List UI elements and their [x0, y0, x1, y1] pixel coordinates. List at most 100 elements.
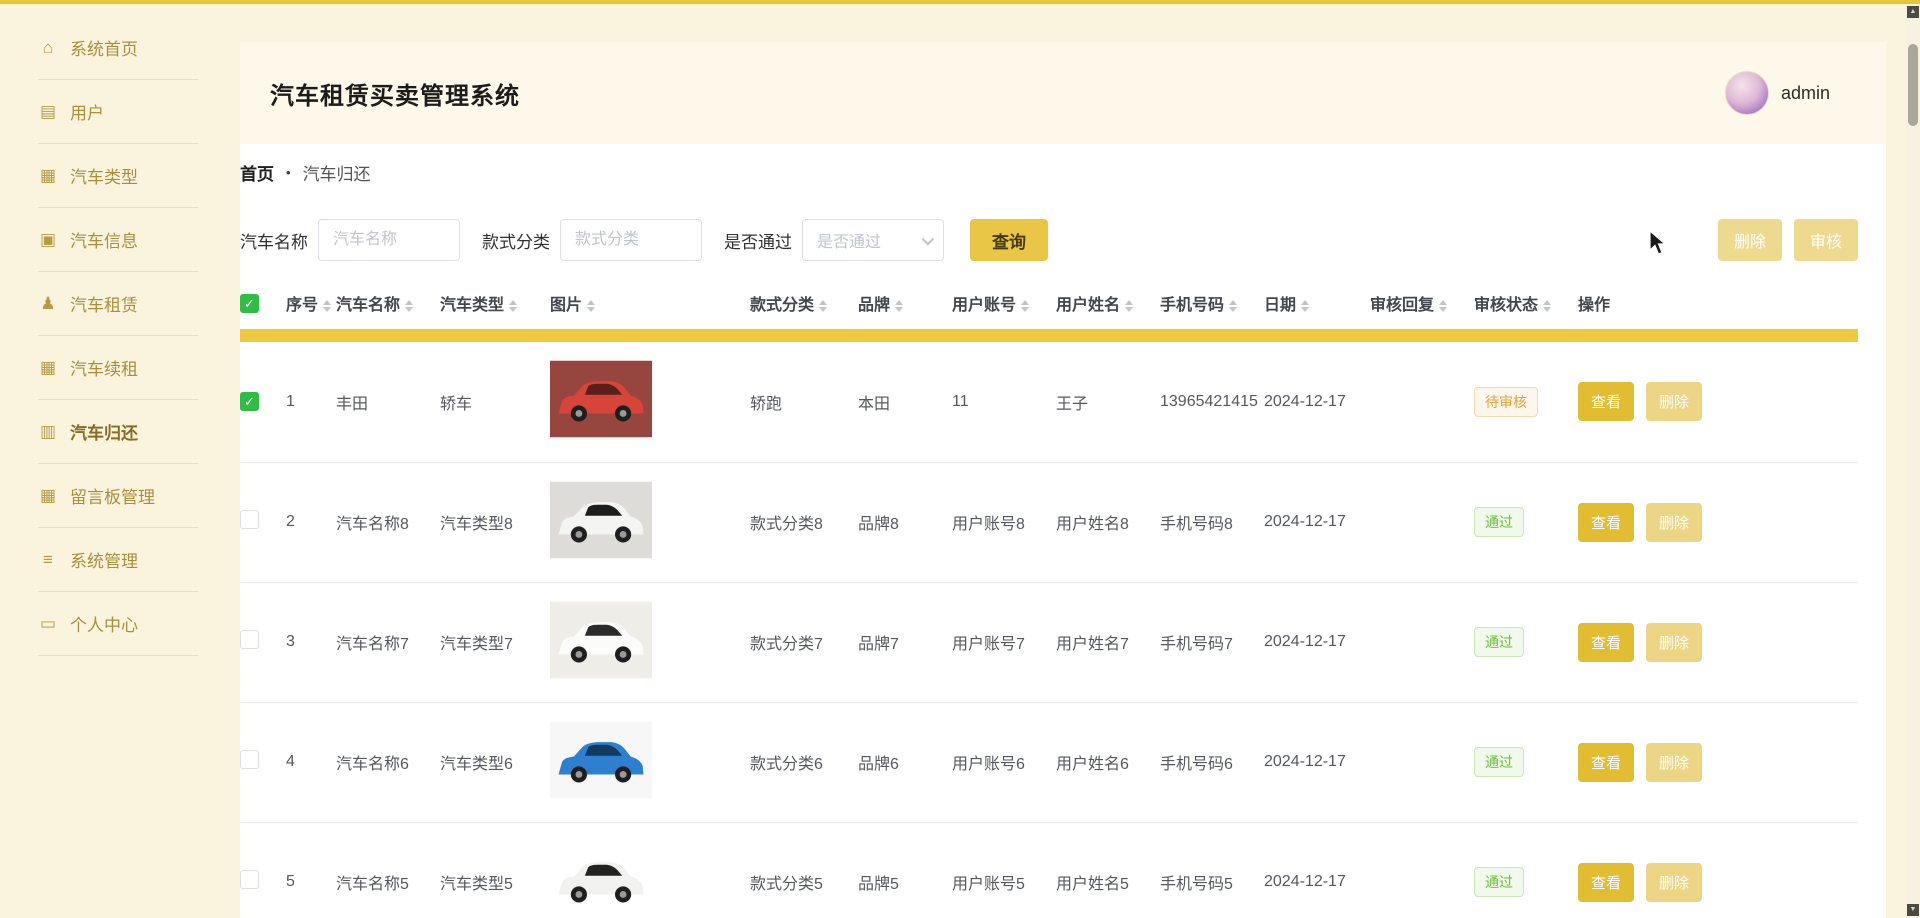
batch-audit-button[interactable]: 审核: [1794, 219, 1858, 261]
pass-select[interactable]: 是否通过: [802, 219, 944, 261]
sidebar: ⌂系统首页▤用户▦汽车类型▣汽车信息♟汽车租赁▦汽车续租▥汽车归还▦留言板管理≡…: [0, 4, 200, 918]
cell-index: 1: [286, 342, 336, 462]
sidebar-item-label: 留言板管理: [70, 483, 155, 508]
cell-car-name: 汽车名称7: [336, 582, 440, 702]
delete-button[interactable]: 删除: [1646, 382, 1702, 421]
cell-user-name: 用户姓名7: [1056, 582, 1160, 702]
column-header[interactable]: 汽车名称: [336, 277, 440, 329]
delete-button[interactable]: 删除: [1646, 503, 1702, 542]
sidebar-item-label: 系统管理: [70, 547, 138, 572]
sidebar-item-label: 汽车信息: [70, 227, 138, 252]
car-image[interactable]: [550, 592, 652, 688]
sort-icon[interactable]: [405, 299, 413, 313]
view-button[interactable]: 查看: [1578, 863, 1634, 902]
sort-icon[interactable]: [895, 299, 903, 313]
sort-icon[interactable]: [587, 299, 595, 313]
car-image[interactable]: [550, 712, 652, 808]
cell-index: 2: [286, 462, 336, 582]
sort-icon[interactable]: [1021, 299, 1029, 313]
sidebar-item-car-type[interactable]: ▦汽车类型: [38, 144, 198, 208]
user-menu[interactable]: admin: [1725, 71, 1830, 115]
car-image[interactable]: [550, 351, 652, 447]
sort-icon[interactable]: [1543, 299, 1551, 313]
sidebar-item-label: 用户: [70, 99, 104, 124]
avatar[interactable]: [1725, 71, 1769, 115]
column-header[interactable]: 手机号码: [1160, 277, 1264, 329]
view-button[interactable]: 查看: [1578, 623, 1634, 662]
sort-icon[interactable]: [1125, 299, 1133, 313]
person-icon: ♟: [38, 294, 58, 314]
sidebar-item-car-renew[interactable]: ▦汽车续租: [38, 336, 198, 400]
sort-icon[interactable]: [509, 299, 517, 313]
sidebar-item-home[interactable]: ⌂系统首页: [38, 16, 198, 80]
car-return-table: ✓ 序号汽车名称汽车类型图片款式分类品牌用户账号用户姓名手机号码日期审核回复审核状…: [240, 277, 1858, 918]
cell-audit-reply: [1370, 462, 1474, 582]
cell-car-type: 轿车: [440, 342, 550, 462]
vertical-scrollbar[interactable]: ▲ ▼: [1906, 4, 1920, 918]
sort-icon[interactable]: [1439, 299, 1447, 313]
sidebar-item-system[interactable]: ≡系统管理: [38, 528, 198, 592]
scroll-down-arrow[interactable]: ▼: [1907, 904, 1919, 916]
row-checkbox[interactable]: ✓: [240, 392, 259, 411]
row-checkbox[interactable]: [240, 750, 259, 769]
row-checkbox[interactable]: [240, 630, 259, 649]
cell-index: 3: [286, 582, 336, 702]
cell-user-name: 用户姓名5: [1056, 822, 1160, 918]
column-header[interactable]: 序号: [286, 277, 336, 329]
sidebar-item-label: 系统首页: [70, 35, 138, 60]
sidebar-item-car-info[interactable]: ▣汽车信息: [38, 208, 198, 272]
sidebar-item-label: 个人中心: [70, 611, 138, 636]
view-button[interactable]: 查看: [1578, 743, 1634, 782]
cell-date: 2024-12-17: [1264, 582, 1370, 702]
sort-icon[interactable]: [1229, 299, 1237, 313]
cell-car-type: 汽车类型6: [440, 702, 550, 822]
main-area: 汽车租赁买卖管理系统 admin 首页 • 汽车归还 汽车名称 款式分类 是否通…: [240, 4, 1886, 918]
sidebar-item-message-board[interactable]: ▦留言板管理: [38, 464, 198, 528]
car-image[interactable]: [550, 832, 652, 918]
pass-select-value: 是否通过: [817, 228, 881, 252]
column-header[interactable]: 日期: [1264, 277, 1370, 329]
style-category-input[interactable]: [560, 219, 702, 261]
sidebar-item-car-return[interactable]: ▥汽车归还: [38, 400, 198, 464]
cell-audit-reply: [1370, 822, 1474, 918]
column-header[interactable]: 图片: [550, 277, 750, 329]
scrollbar-thumb[interactable]: [1908, 44, 1918, 126]
search-button[interactable]: 查询: [970, 219, 1048, 261]
delete-button[interactable]: 删除: [1646, 623, 1702, 662]
sidebar-item-label: 汽车类型: [70, 163, 138, 188]
sort-icon[interactable]: [1301, 299, 1309, 313]
select-all-checkbox[interactable]: ✓: [240, 294, 259, 313]
cell-brand: 品牌7: [858, 582, 952, 702]
sidebar-item-profile[interactable]: ▭个人中心: [38, 592, 198, 656]
delete-button[interactable]: 删除: [1646, 743, 1702, 782]
column-header[interactable]: 用户姓名: [1056, 277, 1160, 329]
row-checkbox[interactable]: [240, 870, 259, 889]
column-header[interactable]: 审核回复: [1370, 277, 1474, 329]
sort-icon[interactable]: [323, 299, 331, 313]
batch-delete-button[interactable]: 删除: [1718, 219, 1782, 261]
sidebar-item-users[interactable]: ▤用户: [38, 80, 198, 144]
sort-icon[interactable]: [819, 299, 827, 313]
status-badge: 待审核: [1474, 387, 1538, 417]
breadcrumb-home[interactable]: 首页: [240, 160, 274, 185]
column-header[interactable]: 审核状态: [1474, 277, 1578, 329]
car-image[interactable]: [550, 472, 652, 568]
delete-button[interactable]: 删除: [1646, 863, 1702, 902]
table-row: 4汽车名称6汽车类型6 款式分类6品牌6用户账号6用户姓名6手机号码62024-…: [240, 702, 1858, 822]
car-name-input[interactable]: [318, 219, 460, 261]
view-button[interactable]: 查看: [1578, 382, 1634, 421]
cell-date: 2024-12-17: [1264, 342, 1370, 462]
cell-audit-reply: [1370, 702, 1474, 822]
view-button[interactable]: 查看: [1578, 503, 1634, 542]
row-checkbox[interactable]: [240, 510, 259, 529]
chevron-down-icon: [922, 232, 935, 245]
column-header[interactable]: 品牌: [858, 277, 952, 329]
cell-date: 2024-12-17: [1264, 822, 1370, 918]
column-header[interactable]: 汽车类型: [440, 277, 550, 329]
scroll-up-arrow[interactable]: ▲: [1907, 6, 1919, 18]
column-header[interactable]: 用户账号: [952, 277, 1056, 329]
cell-brand: 品牌6: [858, 702, 952, 822]
column-header[interactable]: 款式分类: [750, 277, 858, 329]
sidebar-item-car-rental[interactable]: ♟汽车租赁: [38, 272, 198, 336]
cell-style-category: 款式分类5: [750, 822, 858, 918]
